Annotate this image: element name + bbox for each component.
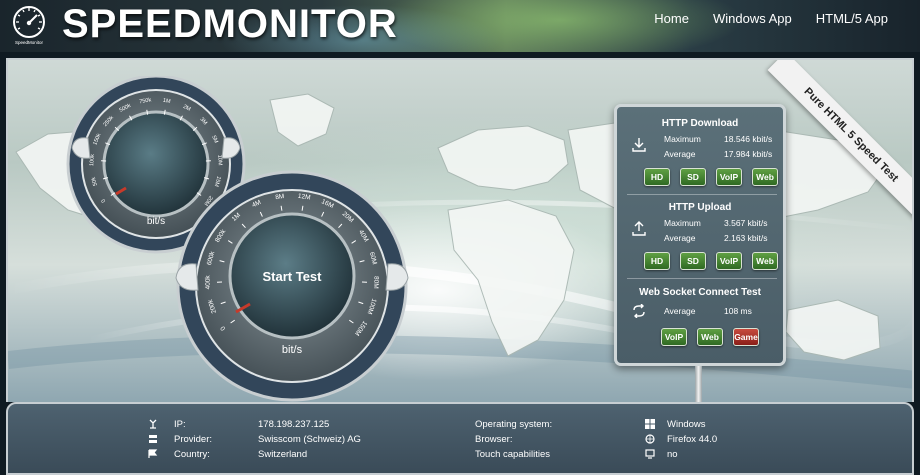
country-row: Country: Switzerland — [146, 448, 307, 460]
websocket-avg-row: Average 108 ms — [664, 306, 752, 316]
nav-home[interactable]: Home — [654, 11, 689, 26]
country-label: Country: — [174, 448, 210, 460]
nav-html5-app[interactable]: HTML/5 App — [816, 11, 888, 26]
websocket-avg-label: Average — [664, 306, 696, 316]
panel-pole — [695, 366, 702, 402]
os-row: Operating system: Windows — [475, 418, 706, 430]
download-gauge-unit: bit/s — [281, 344, 303, 356]
ip-label: IP: — [174, 418, 186, 430]
touch-value: no — [667, 448, 678, 460]
download-voip-button[interactable]: VoIP — [716, 168, 742, 186]
upload-quality-buttons: HD SD VoIP Web — [644, 252, 778, 270]
browser-value: Firefox 44.0 — [667, 433, 718, 445]
download-sd-button[interactable]: SD — [680, 168, 706, 186]
flag-icon — [146, 448, 160, 460]
header: SpeedMonitor SPEEDMONITOR Home Windows A… — [0, 0, 920, 52]
download-max-label: Maximum — [664, 134, 701, 144]
download-max-value: 18.546 kbit/s — [724, 134, 773, 144]
download-gauge-tick-label: 8M — [275, 193, 285, 201]
upload-web-button[interactable]: Web — [752, 252, 778, 270]
download-max-row: Maximum 18.546 kbit/s — [664, 134, 772, 144]
upload-max-value: 3.567 kbit/s — [724, 218, 768, 228]
speedometer-logo-icon[interactable]: SpeedMonitor — [10, 4, 48, 46]
speedtest-stage: Pure HTML 5 Speed Test 0 50k 100k 150k 250k 5… — [6, 58, 914, 402]
download-avg-row: Average 17.984 kbit/s — [664, 149, 772, 159]
websocket-web-button[interactable]: Web — [697, 328, 723, 346]
browser-row: Browser: Firefox 44.0 — [475, 433, 717, 445]
download-title: HTTP Download — [661, 118, 739, 129]
upload-title: HTTP Upload — [668, 202, 732, 213]
download-gauge-tick-label: 400k — [204, 275, 211, 290]
svg-text:SpeedMonitor: SpeedMonitor — [15, 40, 44, 45]
upload-avg-label: Average — [664, 233, 696, 243]
system-info-footer: IP: 178.198.237.125 Provider: Swisscom (… — [6, 402, 914, 475]
browser-globe-icon — [643, 433, 657, 445]
panel-divider — [627, 278, 777, 279]
websocket-buttons: VoIP Web Game — [661, 328, 759, 346]
site-logo-title[interactable]: SPEEDMONITOR — [62, 2, 398, 47]
panel-divider — [627, 194, 777, 195]
touch-row: Touch capabilities no — [475, 448, 678, 460]
download-icon — [632, 138, 646, 152]
monitor-icon — [643, 448, 657, 460]
results-panel: HTTP Download Maximum 18.546 kbit/s Aver… — [614, 104, 786, 366]
upload-hd-button[interactable]: HD — [644, 252, 670, 270]
download-quality-buttons: HD SD VoIP Web — [644, 168, 778, 186]
websocket-avg-value: 108 ms — [724, 306, 752, 316]
ip-value: 178.198.237.125 — [258, 418, 330, 430]
os-label: Operating system: — [475, 418, 553, 430]
download-gauge-dial: 0200k400k600k800k1M4M8M 12M16M20M40M60M80… — [175, 170, 409, 402]
os-value: Windows — [667, 418, 706, 430]
upload-avg-value: 2.163 kbit/s — [724, 233, 768, 243]
upload-voip-button[interactable]: VoIP — [716, 252, 742, 270]
upload-max-row: Maximum 3.567 kbit/s — [664, 218, 767, 228]
country-value: Switzerland — [258, 448, 308, 460]
websocket-title: Web Socket Connect Test — [639, 287, 761, 298]
websocket-voip-button[interactable]: VoIP — [661, 328, 687, 346]
network-icon — [146, 418, 160, 430]
upload-sd-button[interactable]: SD — [680, 252, 706, 270]
top-nav: Home Windows App HTML/5 App — [654, 11, 888, 26]
upload-avg-row: Average 2.163 kbit/s — [664, 233, 767, 243]
websocket-game-button[interactable]: Game — [733, 328, 759, 346]
upload-max-label: Maximum — [664, 218, 701, 228]
download-web-button[interactable]: Web — [752, 168, 778, 186]
server-icon — [146, 433, 160, 445]
download-gauge-tick-label: 80M — [372, 276, 379, 289]
windows-icon — [643, 418, 657, 430]
touch-label: Touch capabilities — [475, 448, 550, 460]
provider-row: Provider: Swisscom (Schweiz) AG — [146, 433, 361, 445]
provider-label: Provider: — [174, 433, 213, 445]
ip-row: IP: 178.198.237.125 — [146, 418, 329, 430]
refresh-icon — [633, 304, 645, 318]
upload-icon — [632, 221, 646, 236]
download-hd-button[interactable]: HD — [644, 168, 670, 186]
provider-value: Swisscom (Schweiz) AG — [258, 433, 361, 445]
nav-windows-app[interactable]: Windows App — [713, 11, 792, 26]
download-gauge: 0 200k 400k 600k 800k 1M 4M 8M 12M 16M 20M 40M 60M 80… — [174, 168, 410, 402]
start-test-button[interactable]: Start Test — [252, 269, 332, 284]
download-avg-label: Average — [664, 149, 696, 159]
browser-label: Browser: — [475, 433, 513, 445]
download-avg-value: 17.984 kbit/s — [724, 149, 773, 159]
